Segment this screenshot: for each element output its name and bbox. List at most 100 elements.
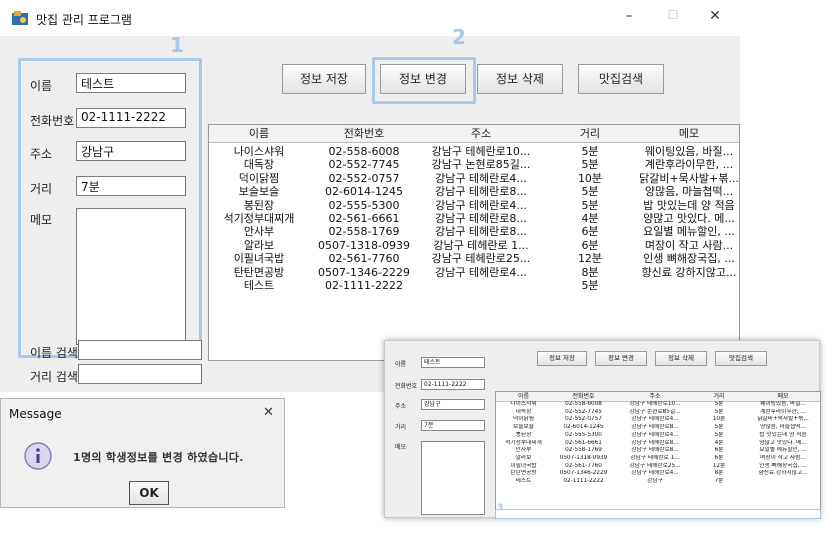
column-header[interactable]: 전화번호 bbox=[309, 125, 420, 143]
table-row[interactable]: 석기정부대찌개 02-561-6661 강남구 테헤란로8... 4분 양많고 맛있다.… bbox=[496, 440, 820, 448]
distance-label: 거리 bbox=[30, 182, 53, 196]
table-cell bbox=[419, 279, 543, 293]
mini-phone-field: 02-1111-2222 bbox=[421, 379, 485, 390]
distance-search-field[interactable] bbox=[78, 364, 202, 384]
table-cell: 강남구 테헤란로8... bbox=[631, 424, 679, 431]
table-row[interactable]: 탄탄면공방 0507-1346-2229 강남구 테헤란로4... 8분 향신료 강하지… bbox=[209, 266, 739, 280]
table-row[interactable]: 봉된장 02-555-5300 강남구 테헤란로4... 5분 밥 맛있는데 양 적음 bbox=[496, 432, 820, 440]
table-row[interactable]: 나이스샤워 02-558-6008 강남구 테헤란로10... 5분 웨이팅있음, 바질… bbox=[209, 145, 739, 159]
table-cell: 02-555-5300 bbox=[565, 431, 602, 438]
table-cell: 양많고 맛있다. 메... bbox=[759, 439, 807, 446]
message-dialog: Message ✕ 1명의 학생정보를 변경 하였습니다. OK bbox=[0, 398, 285, 508]
table-row[interactable]: 이필녀국밥 02-561-7760 강남구 테헤란로25... 12분 인생 뼈해장국집… bbox=[209, 252, 739, 266]
table-cell: 02-1111-2222 bbox=[325, 279, 403, 292]
table-cell: 인생 뼈해장국집, ... bbox=[643, 252, 735, 266]
table-row[interactable]: 덕이닭찜 02-552-0757 강남구 테헤란로4... 10분 닭갈비+묵사발+볶.… bbox=[496, 416, 820, 424]
table-row[interactable]: 테스트 02-1111-2222 5분 bbox=[209, 279, 739, 293]
table-cell: 대독장 bbox=[243, 158, 275, 172]
mini-edit-button: 정보 변경 bbox=[595, 351, 647, 366]
table-cell: 02-558-1769 bbox=[565, 447, 602, 454]
table-cell: 강남구 테헤란로4... bbox=[631, 470, 679, 477]
mini-distance-field: 7분 bbox=[421, 420, 485, 431]
table-cell: 덕이닭찜 bbox=[513, 416, 534, 423]
table-cell: 5분 bbox=[714, 408, 724, 415]
table-row[interactable]: 알라보 0507-1318-0939 강남구 테헤란로 1... 6분 며장이 작고 사… bbox=[496, 455, 820, 463]
table-row[interactable]: 보슬보슬 02-6014-1245 강남구 테헤란로8... 5분 양많음, 마늘쳡떡.… bbox=[496, 424, 820, 432]
table-row[interactable]: 이필녀국밥 02-561-7760 강남구 테헤란로25... 12분 인생 뼈해장국집… bbox=[496, 463, 820, 471]
address-field[interactable]: 강남구 bbox=[76, 141, 186, 161]
table-row[interactable]: 대독장 02-552-7745 강남구 논현로85길... 5분 계란후라이무한, ..… bbox=[496, 409, 820, 417]
column-header[interactable]: 이름 bbox=[209, 125, 310, 143]
table-cell: 12분 bbox=[577, 252, 603, 266]
table-cell: 5분 bbox=[714, 424, 724, 431]
info-icon bbox=[24, 442, 52, 470]
column-header[interactable]: 메모 bbox=[637, 125, 739, 143]
table-cell: 6분 bbox=[581, 238, 599, 252]
table-cell: 안사부 bbox=[515, 447, 532, 454]
table-row[interactable]: 알라보 0507-1318-0939 강남구 테헤란로 1... 6분 며장이 작고 사… bbox=[209, 239, 739, 253]
mini-search-button: 맛집검색 bbox=[715, 351, 767, 366]
table-cell: 며장이 작고 사람... bbox=[760, 454, 806, 461]
phone-field[interactable]: 02-1111-2222 bbox=[76, 108, 186, 128]
table-cell: 0507-1346-2229 bbox=[559, 470, 608, 477]
table-cell: 12분 bbox=[712, 462, 726, 469]
table-cell: 봉된장 bbox=[243, 198, 275, 212]
table-cell: 강남구 테헤란로8... bbox=[631, 447, 679, 454]
distance-search-label: 거리 검색 bbox=[30, 370, 78, 384]
name-search-label: 이름 검색 bbox=[30, 346, 78, 360]
mini-address-field: 강남구 bbox=[421, 399, 485, 410]
table-row[interactable]: 안사부 02-558-1769 강남구 테헤란로8... 6분 요일별 메뉴할인, ..… bbox=[496, 447, 820, 455]
dialog-close-button[interactable]: ✕ bbox=[263, 405, 274, 420]
table-row[interactable]: 봉된장 02-555-5300 강남구 테헤란로4... 5분 밥 맛있는데 양 적음 bbox=[209, 199, 739, 213]
table-row[interactable]: 덕이닭찜 02-552-0757 강남구 테헤란로4... 10분 닭갈비+묵사발+볶.… bbox=[209, 172, 739, 186]
delete-button[interactable]: 정보 삭제 bbox=[477, 64, 563, 94]
column-header[interactable]: 거리 bbox=[543, 125, 638, 143]
table-row[interactable]: 테스트 02-1111-2222 강남구 7분 bbox=[496, 478, 820, 486]
save-button[interactable]: 정보 저장 bbox=[282, 64, 366, 94]
table-row[interactable]: 나이스샤워 02-558-6008 강남구 테헤란로10... 5분 웨이팅있음, 바질… bbox=[496, 401, 820, 409]
table-row[interactable]: 석기정부대찌개 02-561-6661 강남구 테헤란로8... 4분 양많고 맛있다.… bbox=[209, 212, 739, 226]
title-bar: 맛집 관리 프로그램 – ☐ ✕ bbox=[0, 0, 740, 36]
table-row[interactable]: 대독장 02-552-7745 강남구 논현로85길... 5분 계란후라이무한, ..… bbox=[209, 158, 739, 172]
table-cell: 강남구 논현로85길... bbox=[629, 408, 681, 415]
restaurant-search-button[interactable]: 맛집검색 bbox=[578, 64, 664, 94]
ok-button[interactable]: OK bbox=[129, 481, 169, 505]
table-cell: 6분 bbox=[714, 454, 724, 461]
table-cell: 5분 bbox=[714, 431, 724, 438]
table-cell: 양많고 맛있다. 메... bbox=[643, 212, 735, 225]
table-cell: 0507-1318-0939 bbox=[559, 454, 608, 461]
table-cell: 02-561-6661 bbox=[328, 212, 400, 225]
mini-restaurant-table: 이름 전화번호 주소 거리 메모 나이스샤워 02-558-6008 강남구 테헤란로10.… bbox=[495, 391, 821, 519]
table-cell: 강남구 테헤란로4... bbox=[435, 198, 527, 212]
table-cell: 강남구 테헤란로8... bbox=[435, 212, 527, 225]
mini-distance-label: 거리 bbox=[395, 424, 407, 431]
table-cell: 향신료 강하지않고... bbox=[758, 470, 808, 477]
minimize-button[interactable]: – bbox=[614, 8, 644, 24]
table-cell: 5분 bbox=[714, 401, 724, 407]
table-cell: 02-552-7745 bbox=[328, 158, 400, 172]
close-button[interactable]: ✕ bbox=[700, 8, 730, 24]
name-search-field[interactable] bbox=[78, 340, 202, 360]
table-cell: 알라보 bbox=[515, 454, 532, 461]
table-cell: 나이스샤워 bbox=[233, 145, 285, 158]
table-cell: 요일별 메뉴할인, ... bbox=[643, 225, 735, 239]
name-field[interactable]: 테스트 bbox=[76, 73, 186, 93]
table-cell: 10분 bbox=[577, 171, 603, 185]
table-cell: 5분 bbox=[581, 185, 599, 199]
table-cell: 8분 bbox=[581, 265, 599, 279]
column-header[interactable]: 주소 bbox=[419, 125, 544, 143]
table-cell: 석기정부대찌개 bbox=[505, 439, 542, 446]
table-row[interactable]: 안사부 02-558-1769 강남구 테헤란로8... 6분 요일별 메뉴할인, ..… bbox=[209, 225, 739, 239]
mini-name-label: 이름 bbox=[395, 361, 407, 368]
memo-textarea[interactable] bbox=[76, 208, 186, 345]
maximize-button[interactable]: ☐ bbox=[658, 8, 688, 22]
distance-field[interactable]: 7분 bbox=[76, 176, 186, 196]
table-row[interactable]: 보슬보슬 02-6014-1245 강남구 테헤란로8... 5분 양많음, 마늘쳡떡.… bbox=[209, 185, 739, 199]
table-cell: 02-561-6661 bbox=[565, 439, 602, 446]
table-cell: 5분 bbox=[581, 198, 599, 212]
table-row[interactable]: 탄탄면공방 0507-1346-2229 강남구 테헤란로4... 8분 향신료 강하지… bbox=[496, 470, 820, 478]
edit-button[interactable]: 정보 변경 bbox=[380, 64, 466, 94]
table-cell: 안사부 bbox=[243, 225, 275, 239]
name-label: 이름 bbox=[30, 79, 53, 93]
table-cell: 02-561-7760 bbox=[565, 462, 602, 469]
